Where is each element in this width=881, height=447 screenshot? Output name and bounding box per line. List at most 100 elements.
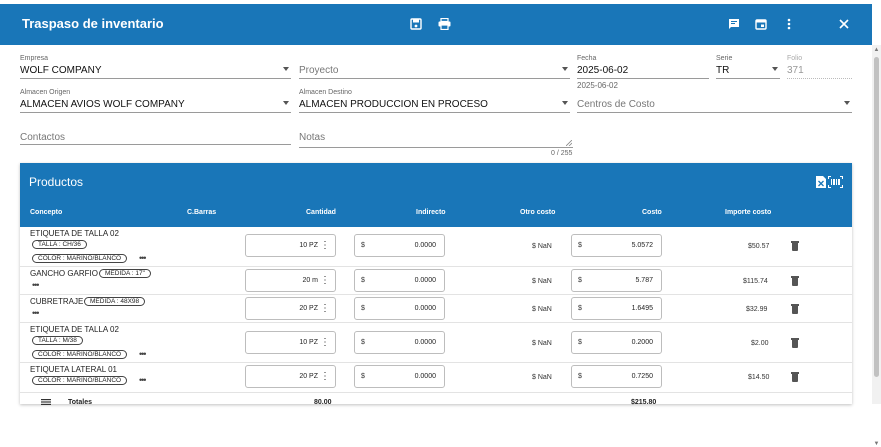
- resize-handle-icon[interactable]: [566, 140, 572, 146]
- serie-select[interactable]: Serie TR: [716, 55, 780, 79]
- column-header-concepto: Concepto: [30, 209, 63, 216]
- more-vert-icon[interactable]: ⋮: [320, 336, 330, 350]
- more-vert-icon[interactable]: ⋮: [320, 239, 330, 253]
- totals-label: Totales: [68, 399, 92, 406]
- serie-value: TR: [716, 65, 730, 76]
- chevron-down-icon: [562, 101, 568, 105]
- contactos-input[interactable]: Contactos: [20, 128, 291, 145]
- quantity-input[interactable]: 10 PZ ⋮: [245, 331, 336, 354]
- close-icon[interactable]: [835, 15, 853, 33]
- column-header-cantidad: Cantidad: [306, 209, 336, 216]
- quantity-input[interactable]: 20 m ⋮: [245, 269, 336, 292]
- table-row: ETIQUETA DE TALLA 02 TALLA : CH/36 COLOR…: [20, 227, 852, 267]
- importe-value: $50.57: [748, 243, 770, 250]
- more-horiz-icon[interactable]: •••: [139, 376, 147, 385]
- product-name: ETIQUETA DE TALLA 02: [30, 325, 119, 334]
- vertical-scrollbar[interactable]: ▲ ▼: [872, 45, 881, 447]
- centros-costo-select[interactable]: Centros de Costo: [577, 89, 852, 113]
- indirecto-input[interactable]: $ 0.0000: [354, 297, 445, 320]
- print-icon[interactable]: [435, 15, 453, 33]
- quantity-input[interactable]: 20 PZ ⋮: [245, 365, 336, 388]
- indirecto-value: 0.0000: [414, 373, 436, 380]
- comment-icon[interactable]: [725, 15, 743, 33]
- quantity-value: 20 PZ: [299, 373, 318, 380]
- empresa-select[interactable]: Empresa WOLF COMPANY: [20, 55, 291, 79]
- otro-costo-value: $ NaN: [532, 306, 552, 313]
- more-horiz-icon[interactable]: •••: [139, 350, 147, 359]
- costo-value: 1.6495: [631, 305, 653, 312]
- costo-value: 5.787: [635, 277, 653, 284]
- chevron-down-icon: [772, 67, 778, 71]
- indirecto-input[interactable]: $ 0.0000: [354, 365, 445, 388]
- products-header: Productos Concepto C.Barras Cantidad Ind…: [20, 163, 852, 227]
- dialog-title: Traspaso de inventario: [22, 16, 164, 31]
- quantity-input[interactable]: 10 PZ ⋮: [245, 234, 336, 257]
- currency-symbol: $: [578, 305, 582, 312]
- indirecto-input[interactable]: $ 0.0000: [354, 269, 445, 292]
- currency-symbol: $: [578, 242, 582, 249]
- costo-input[interactable]: $ 5.787: [571, 269, 662, 292]
- totals-cantidad: 80.00: [314, 399, 332, 406]
- calendar-icon[interactable]: [752, 15, 770, 33]
- totals-row: Totales 80.00 $215.80: [20, 395, 852, 407]
- empresa-label: Empresa: [20, 55, 49, 62]
- product-name: CUBRETRAJE: [30, 297, 84, 306]
- delete-icon[interactable]: [791, 372, 799, 382]
- more-vert-icon[interactable]: ⋮: [320, 370, 330, 384]
- indirecto-input[interactable]: $ 0.0000: [354, 234, 445, 257]
- costo-value: 0.2000: [631, 339, 653, 346]
- indirecto-value: 0.0000: [414, 305, 436, 312]
- more-horiz-icon[interactable]: •••: [32, 309, 40, 318]
- quantity-value: 10 PZ: [299, 339, 318, 346]
- attribute-chip: MEDIDA : 17": [99, 269, 151, 278]
- delete-icon[interactable]: [791, 276, 799, 286]
- almacen-destino-select[interactable]: Almacen Destino ALMACEN PRODUCCION EN PR…: [299, 89, 570, 113]
- more-horiz-icon[interactable]: •••: [139, 254, 147, 263]
- scroll-thumb[interactable]: [874, 57, 879, 377]
- barcode-scan-icon[interactable]: [827, 175, 844, 193]
- transfer-dialog: Traspaso de inventario ▲ ▼ Empresa WOLF …: [0, 0, 881, 447]
- notas-placeholder: Notas: [299, 132, 326, 143]
- delete-icon[interactable]: [791, 241, 799, 251]
- quantity-value: 20 m: [302, 277, 318, 284]
- chevron-down-icon: [562, 67, 568, 71]
- costo-value: 0.7250: [631, 373, 653, 380]
- almacen-origen-select[interactable]: Almacen Origen ALMACEN AVIOS WOLF COMPAN…: [20, 89, 291, 113]
- column-header-costo: Costo: [642, 209, 662, 216]
- more-horiz-icon[interactable]: •••: [32, 281, 40, 290]
- delete-icon[interactable]: [791, 338, 799, 348]
- chevron-down-icon: [844, 101, 850, 105]
- quantity-input[interactable]: 20 PZ ⋮: [245, 297, 336, 320]
- costo-value: 5.0572: [631, 242, 653, 249]
- excel-export-icon[interactable]: [816, 175, 826, 193]
- indirecto-input[interactable]: $ 0.0000: [354, 331, 445, 354]
- almacen-destino-value: ALMACEN PRODUCCION EN PROCESO: [299, 99, 488, 110]
- costo-input[interactable]: $ 0.2000: [571, 331, 662, 354]
- fecha-field[interactable]: Fecha 2025-06-02: [577, 55, 709, 79]
- product-name: ETIQUETA LATERAL 01: [30, 365, 117, 374]
- indirecto-value: 0.0000: [414, 339, 436, 346]
- attribute-chip: COLOR : MARINO/BLANCO: [32, 376, 128, 385]
- more-vert-icon[interactable]: [780, 15, 798, 33]
- fecha-label: Fecha: [577, 55, 597, 62]
- empresa-value: WOLF COMPANY: [20, 65, 102, 76]
- column-header-indirecto: Indirecto: [416, 209, 446, 216]
- delete-icon[interactable]: [791, 304, 799, 314]
- scroll-up-arrow-icon[interactable]: ▲: [873, 47, 880, 53]
- currency-symbol: $: [578, 373, 582, 380]
- column-header-cbarras: C.Barras: [187, 209, 217, 216]
- save-icon[interactable]: [407, 15, 425, 33]
- more-vert-icon[interactable]: ⋮: [320, 274, 330, 288]
- table-row: ETIQUETA DE TALLA 02 TALLA : M/38 COLOR …: [20, 323, 852, 363]
- importe-value: $115.74: [743, 278, 768, 285]
- proyecto-placeholder: Proyecto: [299, 65, 339, 76]
- proyecto-select[interactable]: Proyecto: [299, 55, 570, 79]
- column-header-importe: Importe costo: [725, 209, 772, 216]
- notas-textarea[interactable]: Notas: [299, 128, 573, 148]
- more-vert-icon[interactable]: ⋮: [320, 302, 330, 316]
- otro-costo-value: $ NaN: [532, 243, 552, 250]
- costo-input[interactable]: $ 5.0572: [571, 234, 662, 257]
- scroll-down-arrow-icon[interactable]: ▼: [873, 441, 880, 447]
- costo-input[interactable]: $ 0.7250: [571, 365, 662, 388]
- costo-input[interactable]: $ 1.6495: [571, 297, 662, 320]
